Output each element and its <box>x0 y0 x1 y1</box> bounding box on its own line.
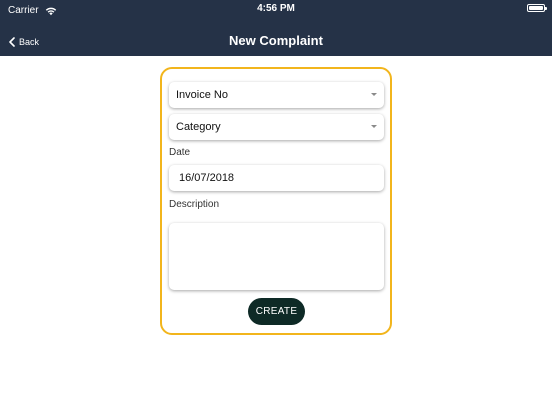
battery-icon <box>527 4 547 12</box>
date-label: Date <box>169 147 191 158</box>
category-dropdown[interactable]: Category <box>169 114 384 140</box>
invoice-no-dropdown[interactable]: Invoice No <box>169 82 384 108</box>
description-field[interactable] <box>169 223 384 290</box>
new-complaint-screen: Carrier 4:56 PM Back New Complaint Invoi… <box>0 0 552 414</box>
caret-down-icon <box>371 93 377 96</box>
invoice-no-selected: Invoice No <box>176 89 228 101</box>
caret-down-icon <box>371 125 377 128</box>
page-title: New Complaint <box>229 33 323 48</box>
create-button[interactable]: CREATE <box>248 298 305 325</box>
category-selected: Category <box>176 121 221 133</box>
date-field[interactable] <box>169 165 384 191</box>
description-label: Description <box>169 199 220 210</box>
complaint-form-card: Invoice No Category Date Description CRE… <box>160 67 392 335</box>
navigation-bar: Carrier 4:56 PM Back New Complaint <box>0 0 552 56</box>
status-bar-time: 4:56 PM <box>257 3 295 14</box>
